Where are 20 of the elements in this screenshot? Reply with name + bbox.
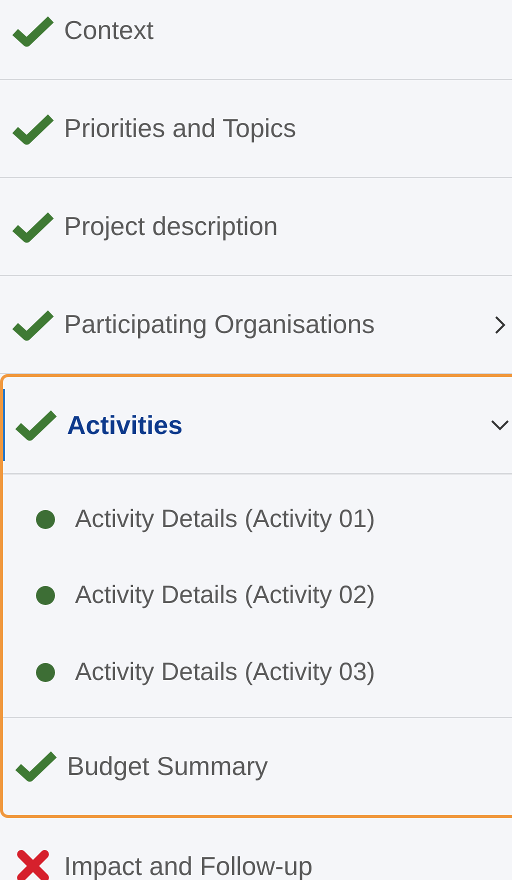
nav-item[interactable]: Impact and Follow-up: [0, 818, 512, 880]
sub-item[interactable]: Activity Details (Activity 03): [3, 634, 512, 710]
sub-item-label: Activity Details (Activity 03): [75, 658, 376, 687]
sub-item-label: Activity Details (Activity 02): [75, 581, 376, 610]
nav-item[interactable]: Priorities and Topics: [0, 80, 512, 178]
nav-item-label: Participating Organisations: [64, 309, 376, 340]
sub-item-label: Activity Details (Activity 01): [75, 504, 376, 534]
nav-item[interactable]: Context: [0, 0, 512, 80]
sub-item[interactable]: Activity Details (Activity 01): [3, 481, 512, 558]
nav-item-label: Priorities and Topics: [64, 113, 298, 144]
nav-item[interactable]: Participating Organisations: [0, 276, 512, 374]
sub-item[interactable]: Activity Details (Activity 02): [3, 558, 512, 634]
nav-item-label: Context: [64, 15, 155, 46]
nav-item-label: Impact and Follow-up: [64, 850, 314, 880]
nav-item-label: Project description: [64, 211, 279, 242]
nav-item-label: Budget Summary: [67, 750, 269, 782]
nav-item[interactable]: Budget Summary: [3, 718, 512, 814]
nav-item[interactable]: Activities: [3, 377, 512, 474]
nav-item-label: Activities: [67, 410, 184, 440]
nav-item[interactable]: Project description: [0, 178, 512, 276]
